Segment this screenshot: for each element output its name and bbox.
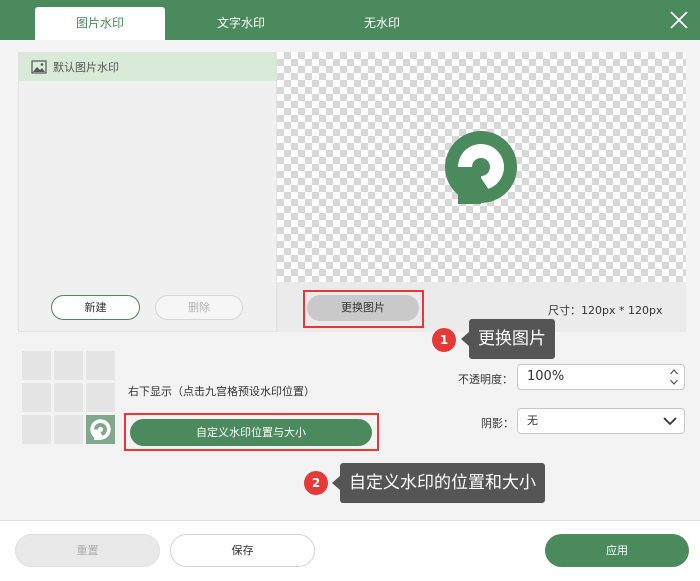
shadow-value: 无 xyxy=(527,414,538,427)
save-button[interactable]: 保存 xyxy=(170,534,315,567)
shadow-label: 阴影： xyxy=(481,417,514,430)
highlight-box-replace xyxy=(303,290,424,328)
grid-cell-top-left[interactable] xyxy=(22,351,51,380)
list-item-label: 默认图片水印 xyxy=(53,61,119,74)
position-description: 右下显示（点击九宫格预设水印位置） xyxy=(128,385,315,398)
tab-no-watermark[interactable]: 无水印 xyxy=(317,7,447,40)
spinner-arrows-icon[interactable] xyxy=(669,367,679,387)
shadow-select[interactable]: 无 xyxy=(517,408,685,434)
delete-button[interactable]: 删除 xyxy=(155,295,243,320)
logo-icon xyxy=(90,419,111,440)
grid-cell-bottom-right[interactable] xyxy=(86,415,115,444)
grid-cell-top-center[interactable] xyxy=(54,351,83,380)
chevron-down-icon xyxy=(663,417,677,426)
callout-number-1: 1 xyxy=(432,328,456,352)
reset-button[interactable]: 重置 xyxy=(15,534,160,567)
watermark-list-panel: 默认图片水印 新建 删除 xyxy=(18,52,277,332)
green-r-logo xyxy=(445,131,517,204)
highlight-box-custom xyxy=(124,413,379,451)
apply-button[interactable]: 应用 xyxy=(545,534,689,567)
opacity-value: 100% xyxy=(527,369,565,384)
grid-cell-middle-right[interactable] xyxy=(86,383,115,412)
grid-cell-bottom-center[interactable] xyxy=(54,415,83,444)
grid-cell-middle-left[interactable] xyxy=(22,383,51,412)
new-button[interactable]: 新建 xyxy=(51,295,140,320)
image-icon xyxy=(31,60,47,74)
callout-replace-image: 更换图片 xyxy=(461,319,555,359)
position-grid xyxy=(22,351,116,445)
grid-cell-bottom-left[interactable] xyxy=(22,415,51,444)
tab-image-watermark[interactable]: 图片水印 xyxy=(35,7,165,40)
callout-number-2: 2 xyxy=(304,471,328,495)
opacity-label: 不透明度： xyxy=(458,373,513,386)
close-icon[interactable] xyxy=(668,9,690,31)
grid-cell-top-right[interactable] xyxy=(86,351,115,380)
size-label: 尺寸：120px * 120px xyxy=(548,304,663,317)
tab-text-watermark[interactable]: 文字水印 xyxy=(176,7,306,40)
grid-cell-center[interactable] xyxy=(54,383,83,412)
opacity-input[interactable]: 100% xyxy=(517,364,685,390)
list-item-default[interactable]: 默认图片水印 xyxy=(19,53,276,81)
callout-custom-position: 自定义水印的位置和大小 xyxy=(332,463,545,503)
